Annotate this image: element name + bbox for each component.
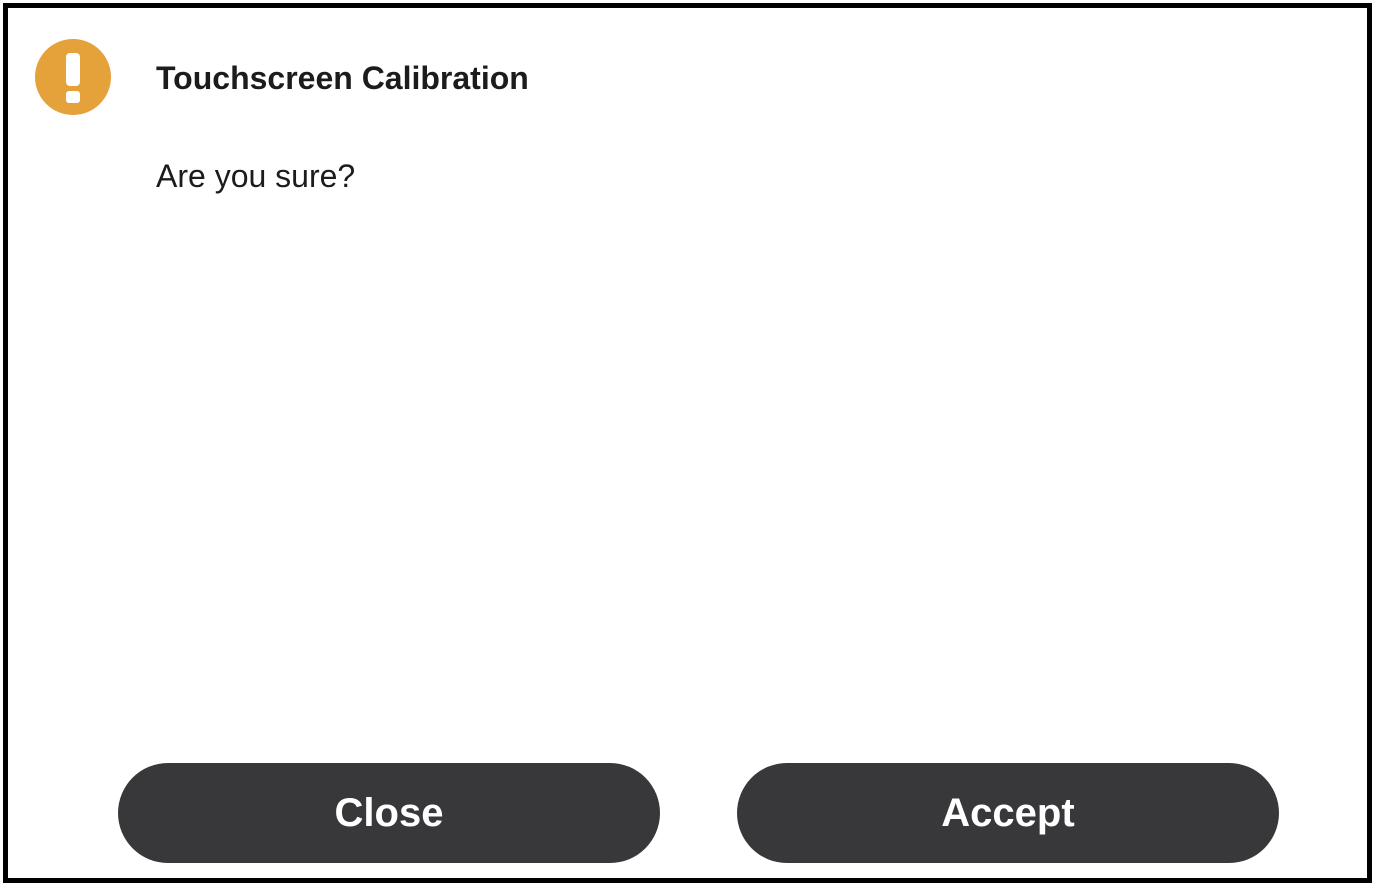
dialog-message: Are you sure? xyxy=(156,158,356,194)
exclamation-icon xyxy=(66,53,80,103)
dialog-title: Touchscreen Calibration xyxy=(156,60,529,96)
close-button[interactable]: Close xyxy=(118,763,660,863)
accept-button[interactable]: Accept xyxy=(737,763,1279,863)
confirmation-dialog: Touchscreen Calibration Are you sure? Cl… xyxy=(3,3,1372,883)
warning-icon xyxy=(35,39,111,115)
